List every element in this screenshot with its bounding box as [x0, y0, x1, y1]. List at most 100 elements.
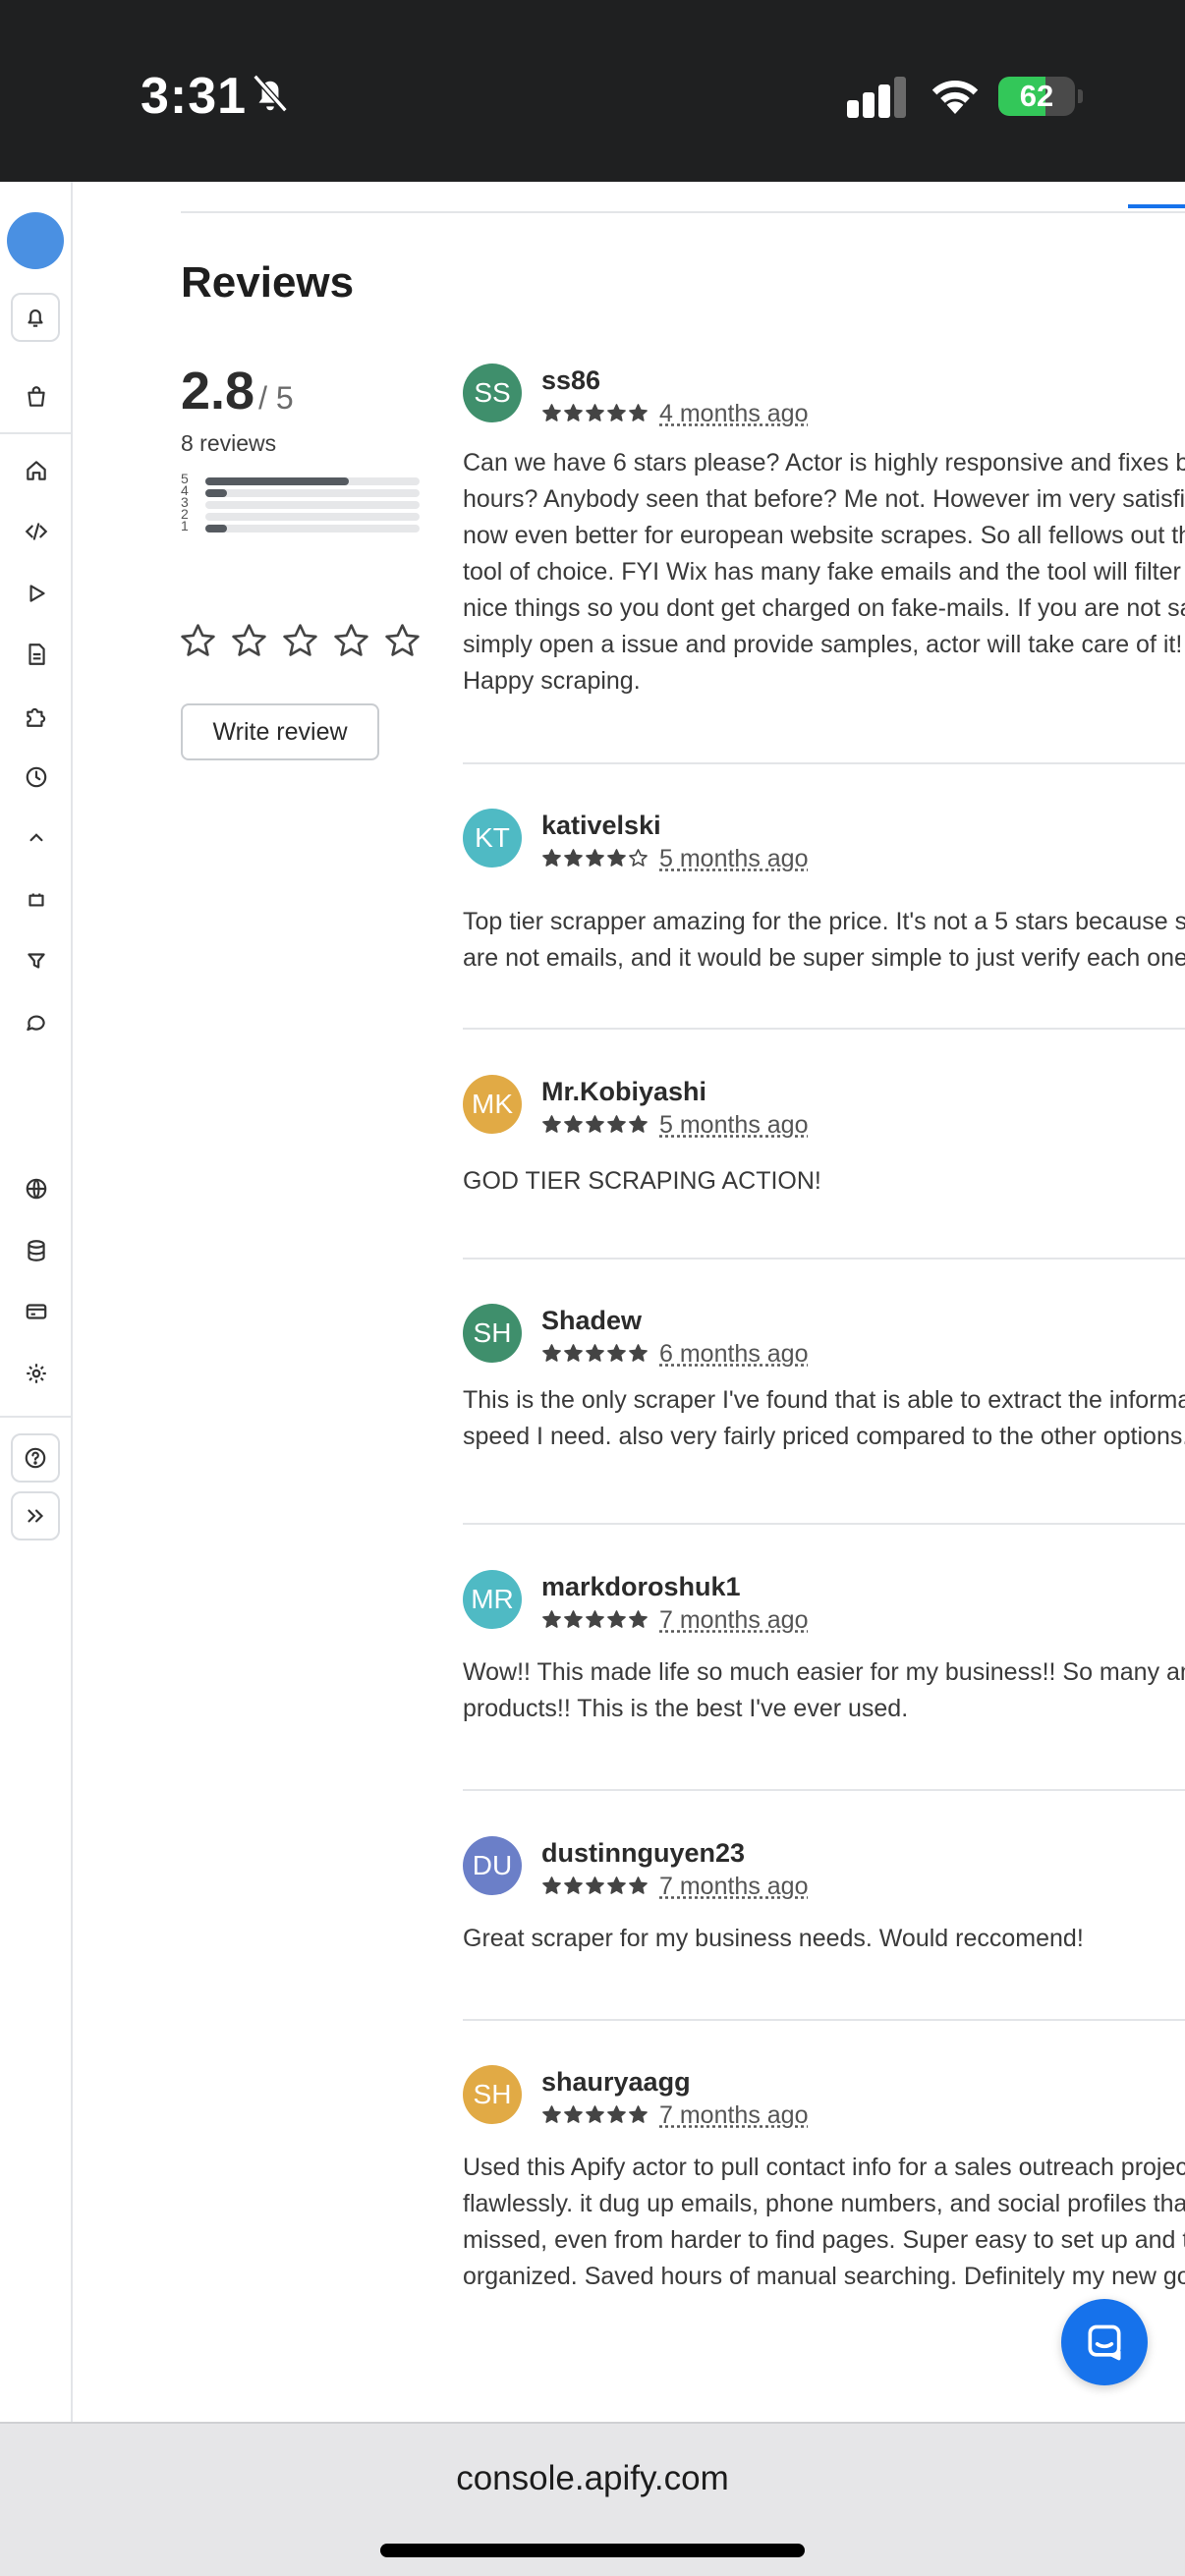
- star-icon: [629, 1610, 648, 1628]
- star-icon: [607, 1344, 626, 1362]
- star-icon: [542, 404, 561, 421]
- star-icon: [629, 404, 648, 421]
- reviewer-avatar: MK: [463, 1075, 522, 1134]
- reviews-heading: Reviews: [181, 258, 355, 307]
- star-icon: [586, 404, 604, 421]
- star-icon: [607, 849, 626, 867]
- reviewer-name[interactable]: Mr.Kobiyashi: [541, 1077, 706, 1107]
- star-icon: [564, 2105, 583, 2123]
- review-text-line: Top tier scrapper amazing for the price.…: [463, 908, 1185, 935]
- star-icon: [564, 1344, 583, 1362]
- review-text-line: hours? Anybody seen that before? Me not.…: [463, 485, 1185, 513]
- reviewer-name[interactable]: dustinnguyen23: [541, 1838, 745, 1869]
- code-icon[interactable]: [17, 512, 56, 551]
- home-indicator[interactable]: [380, 2544, 805, 2557]
- review-text-line: Wow!! This made life so much easier for …: [463, 1658, 1185, 1686]
- rate-star-icon[interactable]: [179, 622, 217, 660]
- box-icon[interactable]: [17, 880, 56, 920]
- review-text-line: missed, even from harder to find pages. …: [463, 2226, 1185, 2254]
- star-icon: [607, 1876, 626, 1894]
- star-icon: [542, 1115, 561, 1133]
- question-circle-icon[interactable]: [11, 1433, 60, 1483]
- reviewer-avatar: SH: [463, 2065, 522, 2124]
- review-text-line: products!! This is the best I've ever us…: [463, 1695, 909, 1722]
- chat-icon[interactable]: [17, 1003, 56, 1042]
- review-divider: [463, 1028, 1185, 1030]
- review-time[interactable]: 7 months ago: [659, 1873, 809, 1901]
- distribution-track: [205, 525, 420, 532]
- wifi-icon: [931, 80, 979, 114]
- distribution-track: [205, 513, 420, 521]
- distribution-fill: [205, 525, 227, 532]
- review-time[interactable]: 4 months ago: [659, 400, 809, 428]
- reviewer-name[interactable]: ss86: [541, 365, 600, 396]
- clock-icon[interactable]: [17, 757, 56, 797]
- avatar[interactable]: [7, 212, 64, 269]
- sidebar: [0, 182, 73, 2422]
- rate-star-icon[interactable]: [230, 622, 268, 660]
- review-divider: [463, 2019, 1185, 2021]
- database-icon[interactable]: [17, 1231, 56, 1270]
- status-bar: 3:31 62: [0, 0, 1185, 182]
- home-icon[interactable]: [17, 451, 56, 490]
- play-icon[interactable]: [17, 574, 56, 613]
- double-chevron-right-icon[interactable]: [11, 1491, 60, 1540]
- gear-icon[interactable]: [17, 1354, 56, 1393]
- filter-icon[interactable]: [17, 941, 56, 980]
- reviewer-name[interactable]: markdoroshuk1: [541, 1572, 741, 1602]
- review-time[interactable]: 7 months ago: [659, 2101, 809, 2130]
- review-rating: [541, 1343, 649, 1364]
- distribution-track: [205, 477, 420, 485]
- star-icon: [586, 1610, 604, 1628]
- review-divider: [463, 762, 1185, 764]
- url-text: console.apify.com: [456, 2459, 729, 2497]
- star-icon: [586, 849, 604, 867]
- star-icon: [542, 1610, 561, 1628]
- star-icon: [629, 1115, 648, 1133]
- star-icon: [586, 1876, 604, 1894]
- review-text-line: now even better for european website scr…: [463, 522, 1185, 549]
- review-rating: [541, 1114, 649, 1135]
- review-rating: [541, 1876, 649, 1896]
- chat-bubble-icon[interactable]: [1061, 2299, 1148, 2385]
- star-icon: [586, 1115, 604, 1133]
- review-count: 8 reviews: [181, 430, 277, 456]
- globe-icon[interactable]: [17, 1169, 56, 1208]
- star-icon: [629, 1344, 648, 1362]
- shopping-bag-icon[interactable]: [17, 377, 56, 417]
- review-text-line: are not emails, and it would be super si…: [463, 944, 1185, 972]
- rate-star-icon[interactable]: [332, 622, 370, 660]
- reviewer-name[interactable]: kativelski: [541, 811, 661, 841]
- cellular-signal-icon: [847, 77, 906, 118]
- review-text-line: Used this Apify actor to pull contact in…: [463, 2154, 1185, 2181]
- review-text-line: Happy scraping.: [463, 667, 641, 695]
- bell-icon[interactable]: [11, 293, 60, 342]
- star-icon: [607, 1115, 626, 1133]
- distribution-fill: [205, 489, 227, 497]
- puzzle-icon[interactable]: [17, 697, 56, 736]
- rate-star-icon[interactable]: [383, 622, 422, 660]
- review-time[interactable]: 6 months ago: [659, 1340, 809, 1369]
- reviewer-avatar: KT: [463, 809, 522, 868]
- reviewer-avatar: SH: [463, 1304, 522, 1363]
- review-text-line: nice things so you dont get charged on f…: [463, 594, 1185, 622]
- reviewer-name[interactable]: shauryaagg: [541, 2067, 691, 2098]
- star-icon: [607, 404, 626, 421]
- review-time[interactable]: 7 months ago: [659, 1606, 809, 1635]
- review-time[interactable]: 5 months ago: [659, 845, 809, 873]
- reviewer-name[interactable]: Shadew: [541, 1306, 642, 1336]
- browser-url-bar[interactable]: console.apify.com: [0, 2422, 1185, 2576]
- review-time[interactable]: 5 months ago: [659, 1111, 809, 1140]
- review-text-line: This is the only scraper I've found that…: [463, 1386, 1185, 1414]
- rate-star-icon[interactable]: [281, 622, 319, 660]
- write-review-button[interactable]: Write review: [181, 703, 379, 760]
- star-icon: [542, 1876, 561, 1894]
- review-text-line: GOD TIER SCRAPING ACTION!: [463, 1167, 821, 1195]
- reviewer-avatar: SS: [463, 364, 522, 422]
- chevron-up-icon[interactable]: [17, 818, 56, 858]
- document-icon[interactable]: [17, 635, 56, 674]
- star-icon: [564, 1610, 583, 1628]
- reviewer-avatar: DU: [463, 1836, 522, 1895]
- review-rating: [541, 848, 649, 868]
- credit-card-icon[interactable]: [17, 1292, 56, 1331]
